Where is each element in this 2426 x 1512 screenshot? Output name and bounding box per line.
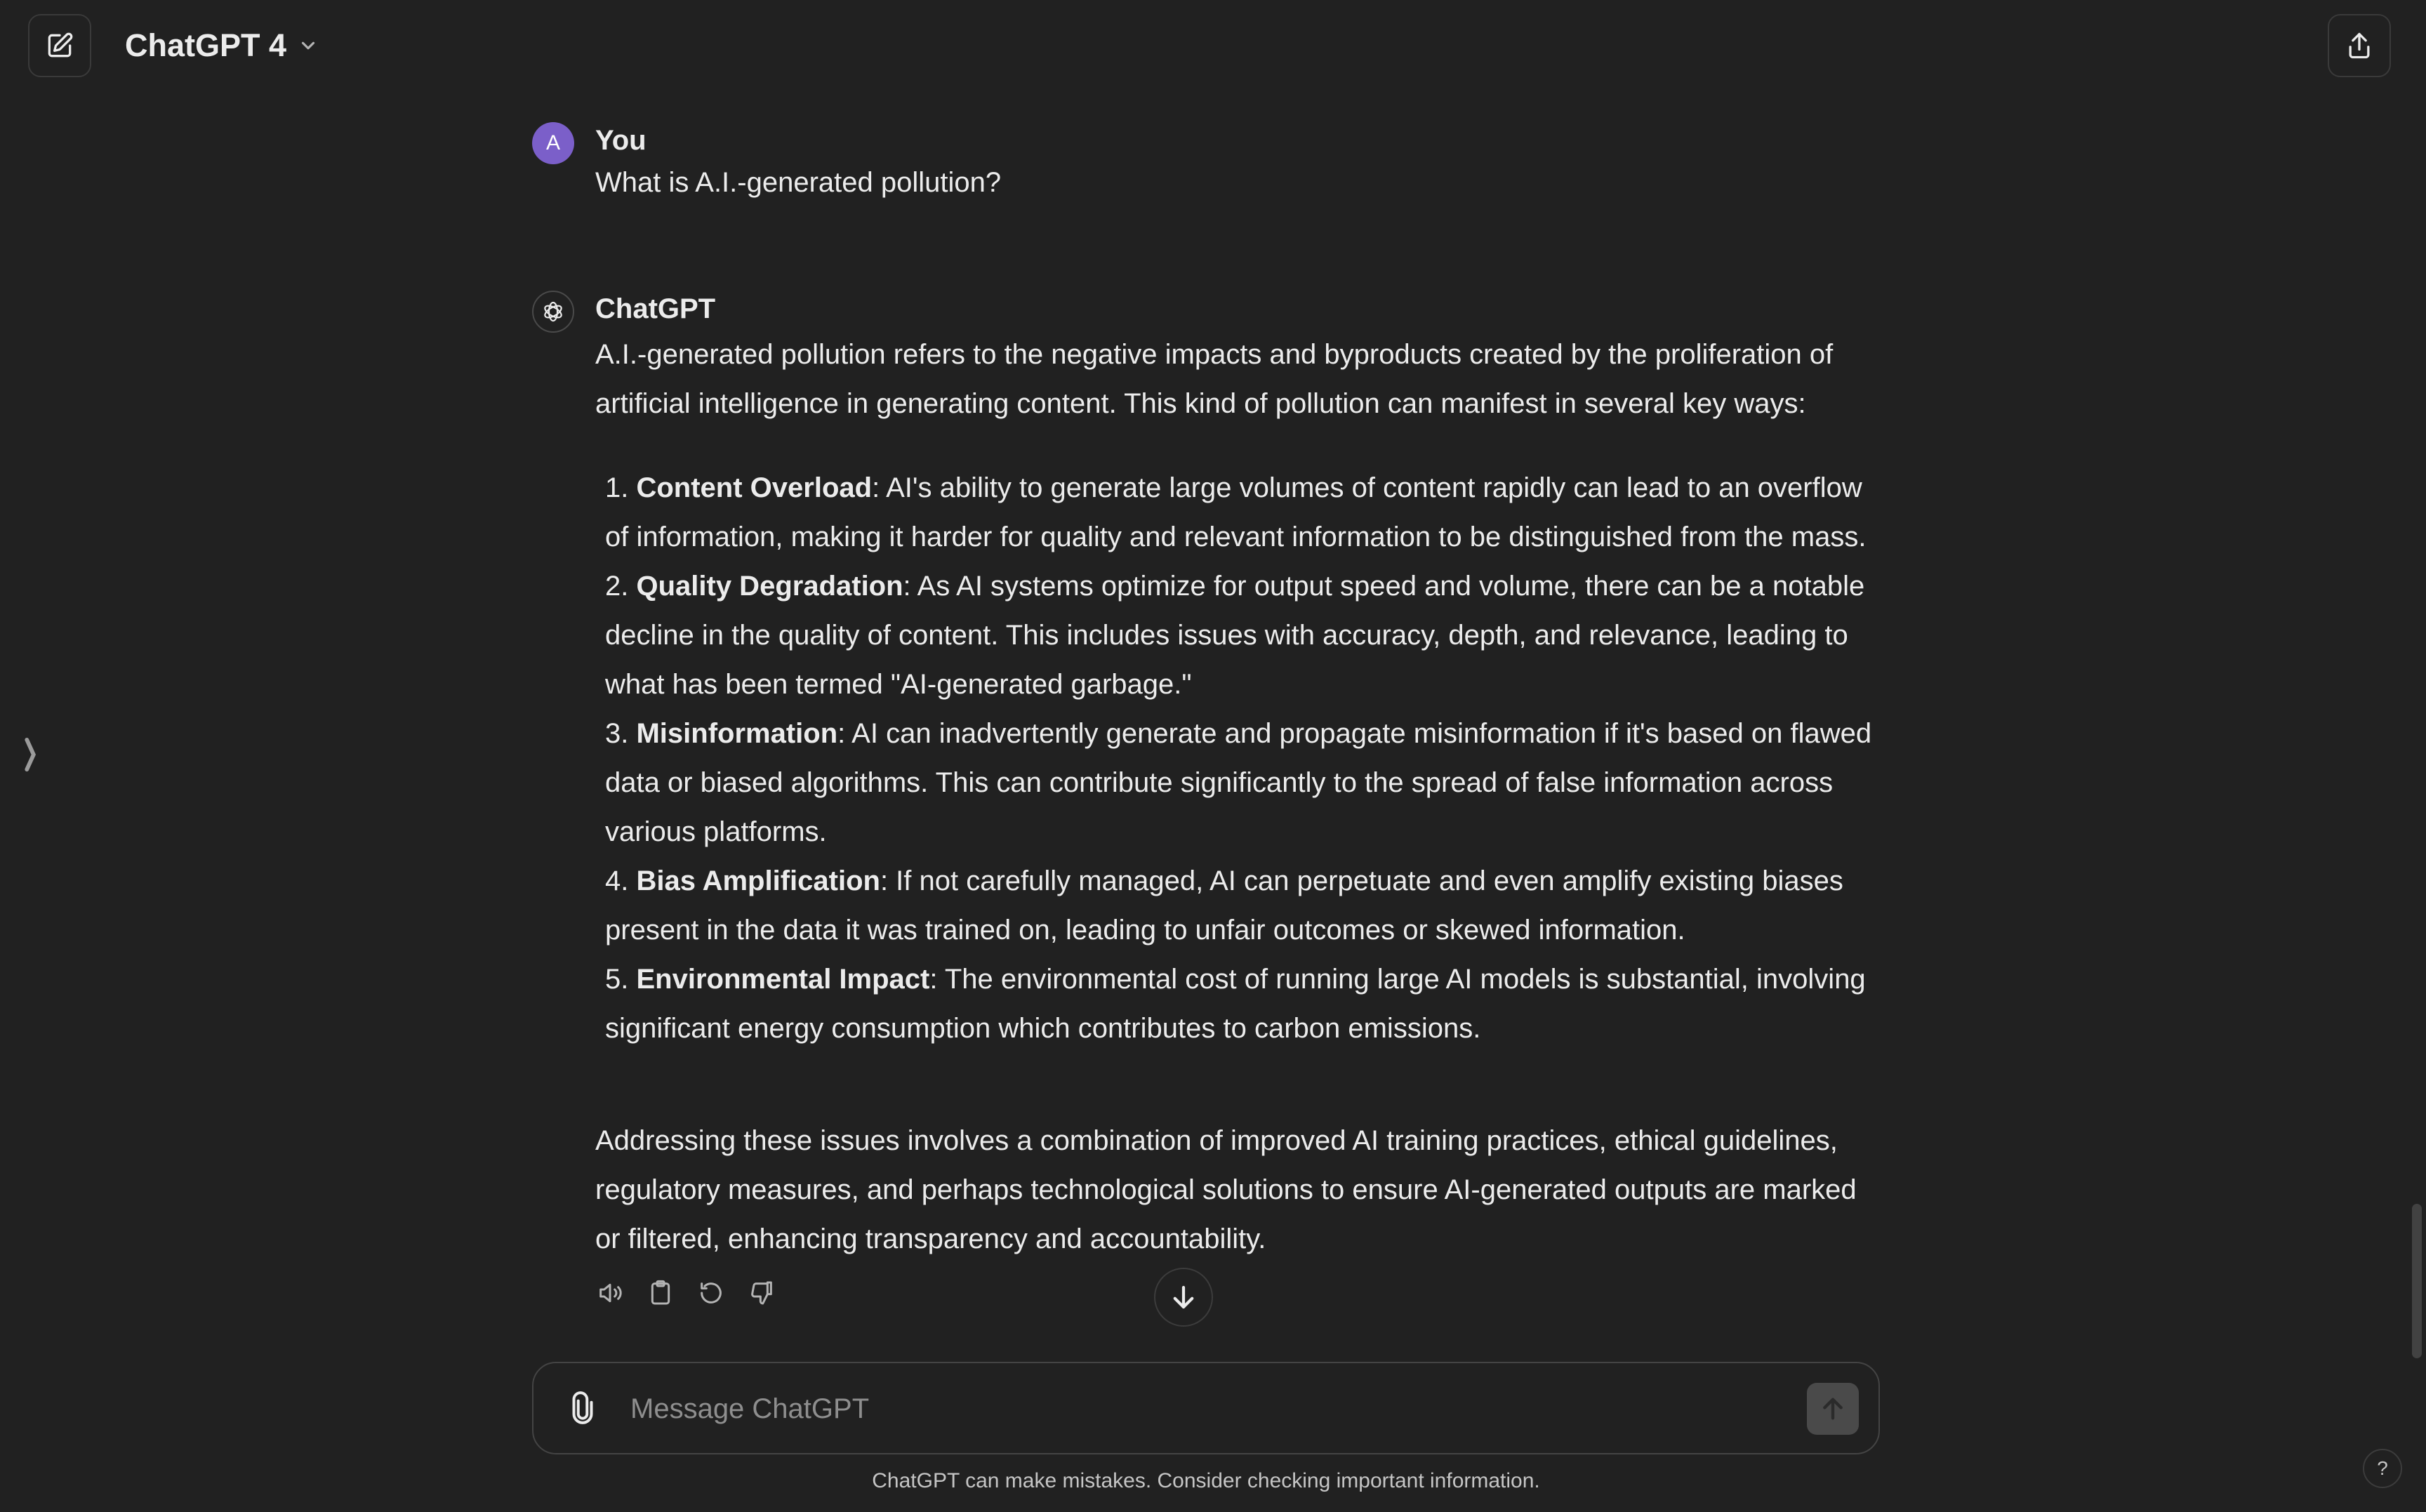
sidebar-toggle[interactable] bbox=[17, 730, 45, 779]
item-title: Bias Amplification bbox=[636, 866, 880, 896]
openai-logo-icon bbox=[544, 301, 562, 322]
user-avatar: A bbox=[532, 122, 574, 164]
chatgpt-avatar bbox=[532, 291, 574, 333]
thumbs-down-button[interactable] bbox=[747, 1278, 776, 1308]
chevron-down-icon bbox=[301, 41, 315, 50]
item-title: Quality Degradation bbox=[636, 571, 903, 602]
new-chat-button[interactable] bbox=[28, 14, 91, 77]
chevron-right-icon bbox=[25, 737, 37, 772]
item-title: Misinformation bbox=[636, 718, 838, 749]
answer-list: 1. Content Overload: AI's ability to gen… bbox=[605, 463, 1880, 1053]
answer-closing: Addressing these issues involves a combi… bbox=[595, 1125, 1857, 1254]
copy-button[interactable] bbox=[646, 1278, 675, 1308]
help-button[interactable]: ? bbox=[2363, 1449, 2402, 1488]
avatar-letter: A bbox=[545, 131, 560, 154]
refresh-icon bbox=[701, 1282, 722, 1304]
list-item: 3. Misinformation: AI can inadvertently … bbox=[605, 718, 1872, 847]
thumbs-down-icon bbox=[751, 1281, 772, 1305]
model-name: ChatGPT 4 bbox=[125, 27, 287, 63]
message-input[interactable] bbox=[629, 1384, 1612, 1433]
model-selector[interactable]: ChatGPT 4 bbox=[125, 21, 319, 70]
list-item: 5. Environmental Impact: The environment… bbox=[605, 964, 1866, 1044]
edit-icon bbox=[48, 32, 73, 58]
attach-button[interactable] bbox=[562, 1387, 604, 1429]
regenerate-button[interactable] bbox=[696, 1278, 726, 1308]
list-item: 4. Bias Amplification: If not carefully … bbox=[605, 866, 1843, 946]
disclaimer-text: ChatGPT can make mistakes. Consider chec… bbox=[872, 1469, 1540, 1492]
message-author: ChatGPT bbox=[595, 293, 716, 324]
paperclip-icon bbox=[572, 1391, 593, 1424]
list-item: 1. Content Overload: AI's ability to gen… bbox=[605, 472, 1867, 552]
scrollbar-thumb[interactable] bbox=[2412, 1204, 2422, 1358]
conversation-thread: A You What is A.I.-generated pollution? … bbox=[532, 119, 1880, 1314]
message-author: You bbox=[595, 125, 647, 156]
answer-intro: A.I.-generated pollution refers to the n… bbox=[595, 339, 1834, 419]
read-aloud-button[interactable] bbox=[595, 1278, 625, 1308]
speaker-icon bbox=[599, 1283, 622, 1303]
item-title: Environmental Impact bbox=[636, 964, 930, 995]
send-button[interactable] bbox=[1807, 1383, 1859, 1435]
item-title: Content Overload bbox=[636, 472, 873, 503]
share-button[interactable] bbox=[2328, 14, 2391, 77]
share-icon bbox=[2349, 32, 2370, 59]
assistant-message: ChatGPT A.I.-generated pollution refers … bbox=[532, 288, 1880, 1314]
message-composer bbox=[532, 1362, 1880, 1454]
message-actions bbox=[595, 1272, 1880, 1314]
list-item: 2. Quality Degradation: As AI systems op… bbox=[605, 571, 1865, 700]
message-text: What is A.I.-generated pollution? bbox=[595, 167, 1002, 198]
clipboard-icon bbox=[651, 1280, 670, 1305]
user-message: A You What is A.I.-generated pollution? bbox=[532, 119, 1880, 204]
arrow-down-icon bbox=[1173, 1285, 1194, 1309]
arrow-up-icon bbox=[1823, 1398, 1843, 1420]
help-label: ? bbox=[2377, 1457, 2388, 1479]
top-bar: ChatGPT 4 bbox=[0, 0, 2426, 91]
scroll-to-bottom-button[interactable] bbox=[1154, 1268, 1213, 1327]
